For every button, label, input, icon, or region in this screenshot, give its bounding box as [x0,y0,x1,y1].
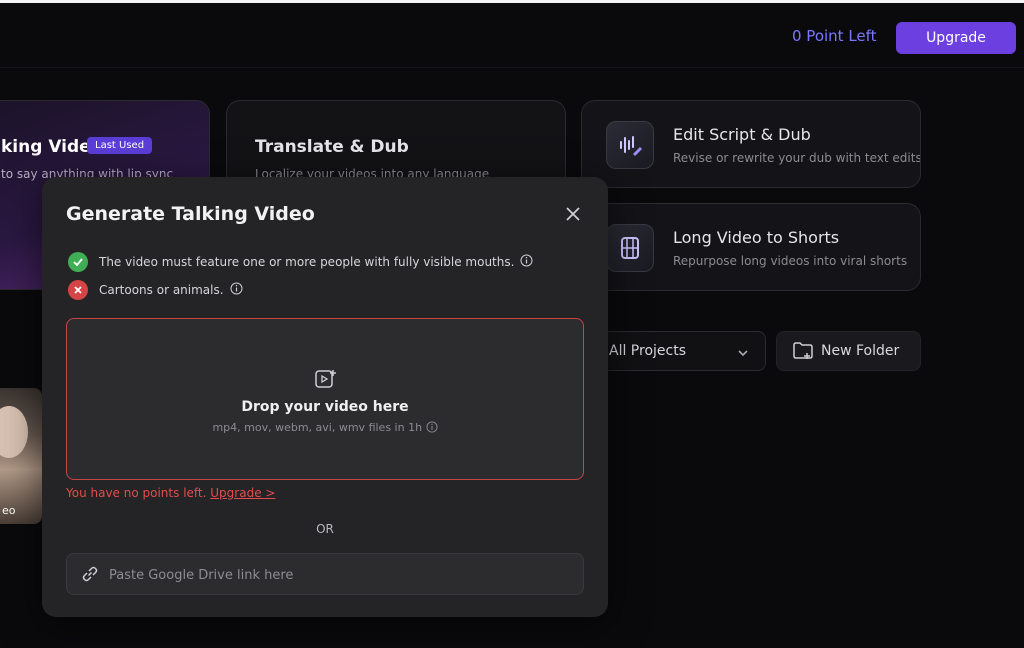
info-icon[interactable] [426,421,438,434]
upgrade-link[interactable]: Upgrade > [210,486,275,500]
link-icon [81,565,99,587]
thumbnail-caption: eo [2,504,16,517]
new-folder-label: New Folder [821,343,900,359]
or-divider: OR [316,522,334,536]
rule-text: Cartoons or animals. [99,283,224,297]
card-subtitle: Repurpose long videos into viral shorts [673,254,908,268]
folder-plus-icon [793,342,813,364]
video-upload-icon [315,369,337,393]
warning-text: You have no points left. [66,486,207,500]
info-icon[interactable] [520,254,533,270]
points-left: 0 Point Left [792,27,877,45]
card-edit-script-dub[interactable]: Edit Script & Dub Revise or rewrite your… [581,100,921,188]
info-icon[interactable] [230,282,243,298]
card-subtitle: Revise or rewrite your dub with text edi… [673,151,921,165]
no-points-warning: You have no points left. Upgrade > [66,486,275,500]
dropzone-hint: mp4, mov, webm, avi, wmv files in 1h [67,421,583,434]
dropzone-hint-text: mp4, mov, webm, avi, wmv files in 1h [212,421,423,434]
waveform-edit-icon [606,121,654,169]
last-used-badge: Last Used [87,137,153,154]
chevron-down-icon [737,344,749,363]
project-thumbnail[interactable]: eo [0,388,42,524]
check-icon [68,252,88,272]
upgrade-button[interactable]: Upgrade [896,22,1016,54]
rule-not-allowed: Cartoons or animals. [68,280,243,300]
card-long-video-shorts[interactable]: Long Video to Shorts Repurpose long vide… [581,203,921,291]
dropzone-title: Drop your video here [241,399,409,415]
thumbnail-face [0,406,28,458]
film-strip-icon [606,224,654,272]
top-bar: 0 Point Left Upgrade [0,3,1024,68]
video-dropzone[interactable]: Drop your video here mp4, mov, webm, avi… [66,318,584,480]
projects-filter-label: All Projects [609,343,686,359]
google-drive-link-input[interactable] [107,562,571,588]
rule-text: The video must feature one or more peopl… [99,255,515,269]
card-title: Translate & Dub [255,137,409,157]
rule-allowed: The video must feature one or more peopl… [68,252,533,272]
card-title: Edit Script & Dub [673,125,811,144]
projects-filter-select[interactable]: All Projects [594,331,766,371]
generate-talking-video-modal: Generate Talking Video The video must fe… [42,177,608,617]
x-icon [68,280,88,300]
close-icon[interactable] [562,203,584,225]
modal-title: Generate Talking Video [66,203,315,225]
google-drive-link-field[interactable] [66,553,584,595]
new-folder-button[interactable]: New Folder [776,331,921,371]
card-title: Long Video to Shorts [673,228,840,247]
